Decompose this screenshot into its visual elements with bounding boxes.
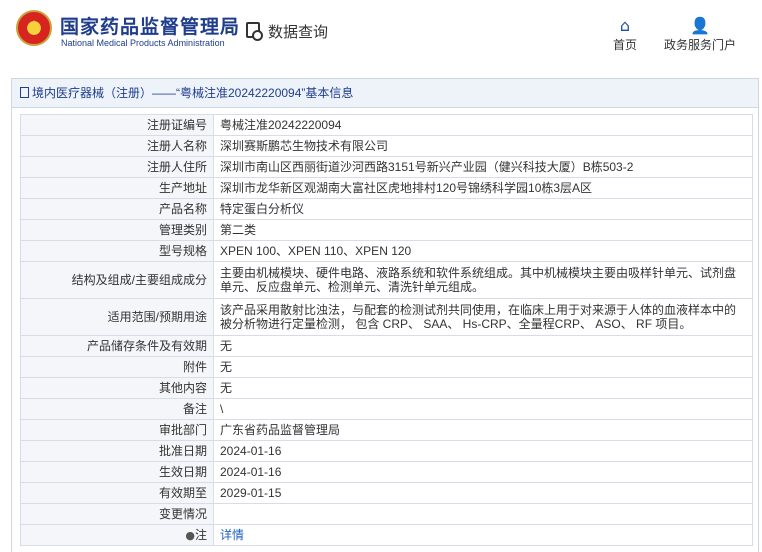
field-label: ●注: [20, 524, 214, 546]
field-label: 附件: [20, 356, 214, 378]
home-icon: ⌂: [619, 16, 631, 35]
field-value: 2029-01-15: [213, 482, 753, 504]
table-row: 管理类别 第二类: [20, 219, 753, 241]
field-label: 注册人名称: [20, 135, 214, 157]
table-row: 产品名称 特定蛋白分析仪: [20, 198, 753, 220]
field-value: 2024-01-16: [213, 440, 753, 462]
panel-heading: 境内医疗器械（注册）——“粤械注准20242220094”基本信息: [12, 79, 758, 108]
table-row: 型号规格 XPEN 100、XPEN 110、XPEN 120: [20, 240, 753, 262]
table-row: 附件无: [20, 356, 753, 378]
field-value: [213, 503, 753, 525]
field-value: 详情: [213, 524, 753, 546]
site-title-en: National Medical Products Administration: [61, 38, 225, 48]
table-row: 注册人名称 深圳赛斯鹏芯生物技术有限公司: [20, 135, 753, 157]
field-label: 注册证编号: [20, 114, 214, 136]
field-value: \: [213, 398, 753, 420]
table-row: 注册人住所 深圳市南山区西丽街道沙河西路3151号新兴产业园（健兴科技大厦）B栋5…: [20, 156, 753, 178]
field-label: 备注: [20, 398, 214, 420]
table-row: 适用范围/预期用途 该产品采用散射比浊法，与配套的检测试剂共同使用，在临床上用于对…: [20, 298, 753, 336]
table-row: 生效日期 2024-01-16: [20, 461, 753, 483]
note-label: 注: [194, 527, 207, 542]
field-value: 该产品采用散射比浊法，与配套的检测试剂共同使用，在临床上用于对来源于人体的血液样…: [213, 298, 753, 336]
data-query-icon: [246, 22, 263, 41]
field-value: 深圳市龙华新区观湖南大富社区虎地排村120号锦绣科学园10栋3层A区: [213, 177, 753, 199]
field-label: 注册人住所: [20, 156, 214, 178]
table-row: 批准日期 2024-01-16: [20, 440, 753, 462]
table-row: 其他内容无: [20, 377, 753, 399]
detail-panel: 境内医疗器械（注册）——“粤械注准20242220094”基本信息 注册证编号粤…: [11, 78, 759, 552]
table-row: 注册证编号 粤械注准20242220094: [20, 114, 753, 136]
field-value: 深圳市南山区西丽街道沙河西路3151号新兴产业园（健兴科技大厦）B栋503-2: [213, 156, 753, 178]
national-emblem-icon[interactable]: [16, 10, 52, 46]
table-row: 生产地址 深圳市龙华新区观湖南大富社区虎地排村120号锦绣科学园10栋3层A区: [20, 177, 753, 199]
field-value: 粤械注准20242220094: [213, 114, 753, 136]
field-value: 2024-01-16: [213, 461, 753, 483]
field-label: 管理类别: [20, 219, 214, 241]
field-value: XPEN 100、XPEN 110、XPEN 120: [213, 240, 753, 262]
field-label: 适用范围/预期用途: [20, 298, 214, 336]
field-label: 其他内容: [20, 377, 214, 399]
table-row: 有效期至 2029-01-15: [20, 482, 753, 504]
field-label: 生效日期: [20, 461, 214, 483]
field-label: 变更情况: [20, 503, 214, 525]
field-value: 第二类: [213, 219, 753, 241]
field-value: 无: [213, 377, 753, 399]
data-query-label: 数据查询: [268, 24, 329, 41]
table-row: ●注 详情: [20, 524, 753, 546]
table-row: 产品储存条件及有效期无: [20, 335, 753, 357]
table-row: 变更情况: [20, 503, 753, 525]
field-label: 产品储存条件及有效期: [20, 335, 214, 357]
nav-service-portal-link[interactable]: 👤 政务服务门户: [660, 16, 740, 53]
user-icon: 👤: [690, 16, 710, 35]
field-label: 型号规格: [20, 240, 214, 262]
nav-service-label: 政务服务门户: [663, 38, 736, 52]
field-value: 无: [213, 335, 753, 357]
table-row: 结构及组成/主要组成成分 主要由机械模块、硬件电路、液路系统和软件系统组成。其中机…: [20, 261, 753, 299]
field-value: 深圳赛斯鹏芯生物技术有限公司: [213, 135, 753, 157]
nav-home-link[interactable]: ⌂ 首页: [608, 16, 642, 53]
nav-home-label: 首页: [612, 38, 637, 52]
field-value: 主要由机械模块、硬件电路、液路系统和软件系统组成。其中机械模块主要由吸样针单元、…: [213, 261, 753, 299]
site-header: 国家药品监督管理局 National Medical Products Admi…: [0, 0, 762, 68]
field-label: 有效期至: [20, 482, 214, 504]
field-value: 广东省药品监督管理局: [213, 419, 753, 441]
device-info-table: 注册证编号 粤械注准20242220094 注册人名称 深圳赛斯鹏芯生物技术有限公司…: [20, 114, 753, 546]
details-link[interactable]: 详情: [220, 528, 244, 542]
field-label: 结构及组成/主要组成成分: [20, 261, 214, 299]
field-label: 生产地址: [20, 177, 214, 199]
field-label: 审批部门: [20, 419, 214, 441]
document-icon: [20, 87, 29, 98]
field-label: 产品名称: [20, 198, 214, 220]
site-title[interactable]: 国家药品监督管理局: [60, 12, 240, 39]
field-value: 特定蛋白分析仪: [213, 198, 753, 220]
table-row: 备注 \: [20, 398, 753, 420]
panel-heading-text: 境内医疗器械（注册）——“粤械注准20242220094”基本信息: [32, 86, 354, 100]
lightbulb-icon: ●: [185, 528, 195, 542]
table-row: 审批部门 广东省药品监督管理局: [20, 419, 753, 441]
field-value: 无: [213, 356, 753, 378]
field-label: 批准日期: [20, 440, 214, 462]
